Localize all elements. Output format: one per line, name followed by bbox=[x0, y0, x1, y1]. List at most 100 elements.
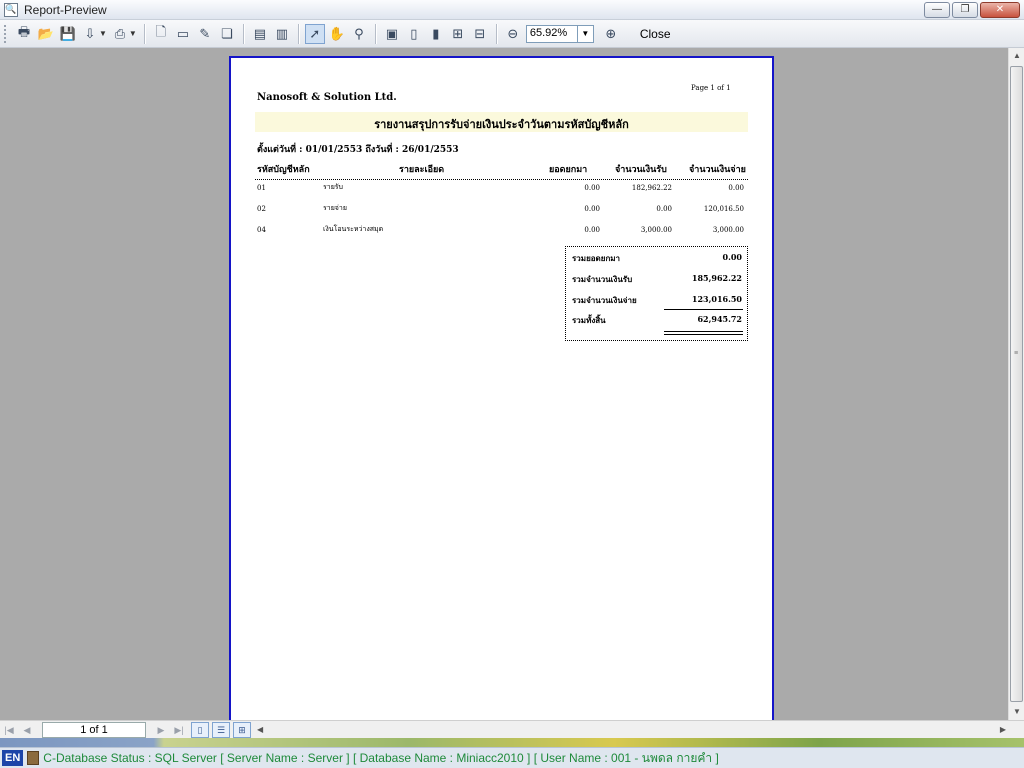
multi-page-icon[interactable]: ⊞ bbox=[448, 24, 468, 44]
page-number: Page 1 of 1 bbox=[691, 84, 731, 92]
toolbar-separator bbox=[297, 23, 299, 44]
summary-receive-value: 185,962.22 bbox=[691, 273, 742, 283]
header-balance: ยอดยกมา bbox=[549, 165, 588, 175]
row-receive: 3,000.00 bbox=[640, 226, 672, 234]
header-code: รหัสบัญชีหลัก bbox=[257, 165, 310, 175]
language-indicator[interactable]: EN bbox=[2, 750, 24, 766]
row-detail: เงินโอนระหว่างสมุด bbox=[323, 225, 384, 233]
report-title: รายงานสรุปการรับจ่ายเงินประจำวันตามรหัสบ… bbox=[374, 118, 629, 131]
multi-page-view-icon[interactable]: ⊞ bbox=[233, 721, 251, 738]
copy-icon[interactable]: ❏ bbox=[217, 24, 237, 44]
single-page-view-icon[interactable]: ▯ bbox=[191, 721, 209, 738]
toolbar-separator bbox=[495, 23, 497, 44]
row-detail: รายจ่าย bbox=[323, 204, 347, 212]
scroll-right-icon[interactable]: ▶ bbox=[1000, 725, 1006, 734]
database-status-text: C-Database Status : SQL Server [ Server … bbox=[43, 750, 719, 765]
zoom-in-icon[interactable]: ⊕ bbox=[601, 24, 621, 44]
edit-page-icon[interactable]: ✎ bbox=[195, 24, 215, 44]
summary-balance-label: รวมยอดยกมา bbox=[572, 253, 621, 263]
toolbar-separator bbox=[143, 23, 145, 44]
close-button[interactable]: Close bbox=[640, 27, 671, 41]
vertical-scrollbar[interactable]: ▲ ≡ ▼ bbox=[1008, 48, 1024, 720]
total-double-rule bbox=[664, 331, 743, 332]
open-icon[interactable]: 📂 bbox=[36, 24, 56, 44]
row-code: 02 bbox=[257, 205, 266, 213]
row-pay: 0.00 bbox=[728, 184, 744, 192]
status-bar: EN C-Database Status : SQL Server [ Serv… bbox=[0, 747, 1024, 768]
summary-pay-value: 123,016.50 bbox=[691, 294, 742, 304]
header-receive: จำนวนเงินรับ bbox=[615, 165, 667, 175]
toolbar-separator bbox=[242, 23, 244, 44]
page-indicator[interactable]: 1 of 1 bbox=[42, 721, 146, 738]
summary-box: รวมยอดยกมา 0.00 รวมจำนวนเงินรับ 185,962.… bbox=[565, 246, 748, 341]
row-receive: 0.00 bbox=[656, 205, 672, 213]
zoom-fit-icon[interactable]: ▣ bbox=[382, 24, 402, 44]
maximize-button[interactable]: ❐ bbox=[952, 2, 978, 18]
total-double-rule bbox=[664, 334, 743, 335]
window-title: Report-Preview bbox=[24, 2, 107, 17]
continuous-view-icon[interactable]: ☰ bbox=[212, 721, 230, 738]
thumbnail-icon[interactable]: ⊟ bbox=[470, 24, 490, 44]
row-balance: 0.00 bbox=[584, 226, 600, 234]
two-page-icon[interactable]: ▥ bbox=[272, 24, 292, 44]
toolbar-grip[interactable] bbox=[4, 24, 7, 43]
header-divider bbox=[255, 179, 748, 180]
zoom-dropdown-icon[interactable]: ▼ bbox=[577, 24, 594, 43]
report-title-band: รายงานสรุปการรับจ่ายเงินประจำวันตามรหัสบ… bbox=[255, 112, 748, 132]
report-preview-app-icon: 🔍 bbox=[4, 2, 18, 17]
first-page-icon[interactable]: |◀ bbox=[0, 722, 18, 738]
report-page: Nanosoft & Solution Ltd. Page 1 of 1 ราย… bbox=[229, 56, 774, 720]
export-dropdown-icon[interactable]: ▼ bbox=[99, 29, 107, 38]
zoom-input[interactable]: 65.92% bbox=[525, 24, 578, 43]
zoom-out-icon[interactable]: ⊖ bbox=[503, 24, 523, 44]
next-page-icon[interactable]: ▶ bbox=[152, 722, 170, 738]
toolbar: 🖶 📂 💾 ⇩ ▼ ⎙ ▼ 🗋 ▭ ✎ ❏ ▤ ▥ ➚ ✋ ⚲ ▣ ▯ ▮ ⊞ ⊟ … bbox=[0, 20, 1024, 48]
total-rule bbox=[664, 309, 743, 310]
new-page-icon[interactable]: 🗋 bbox=[151, 24, 171, 44]
zoom-width-icon[interactable]: ▯ bbox=[404, 24, 424, 44]
previous-page-icon[interactable]: ◀ bbox=[18, 722, 36, 738]
row-receive: 182,962.22 bbox=[631, 184, 672, 192]
date-range: ตั้งแต่วันที่ : 01/01/2553 ถึงวันที่ : 2… bbox=[257, 145, 459, 155]
page-setup-dropdown-icon[interactable]: ▼ bbox=[129, 29, 137, 38]
header-pay: จำนวนเงินจ่าย bbox=[689, 165, 746, 175]
blank-page-icon[interactable]: ▭ bbox=[173, 24, 193, 44]
last-page-icon[interactable]: ▶| bbox=[170, 722, 188, 738]
summary-total-label: รวมทั้งสิ้น bbox=[572, 315, 606, 325]
toolbar-separator bbox=[374, 23, 376, 44]
summary-balance-value: 0.00 bbox=[722, 252, 742, 262]
export-icon[interactable]: ⇩ bbox=[80, 24, 100, 44]
print-icon[interactable]: 🖶 bbox=[14, 24, 34, 44]
summary-pay-label: รวมจำนวนเงินจ่าย bbox=[572, 295, 637, 305]
summary-receive-label: รวมจำนวนเงินรับ bbox=[572, 274, 633, 284]
row-balance: 0.00 bbox=[584, 184, 600, 192]
page-setup-icon[interactable]: ⎙ bbox=[110, 24, 130, 44]
database-status-icon bbox=[27, 751, 40, 765]
company-name: Nanosoft & Solution Ltd. bbox=[257, 92, 397, 103]
scroll-grip-icon: ≡ bbox=[1014, 350, 1019, 357]
window-controls: — ❐ ✕ bbox=[924, 2, 1020, 18]
row-pay: 3,000.00 bbox=[712, 226, 744, 234]
scroll-down-icon[interactable]: ▼ bbox=[1009, 704, 1024, 720]
find-icon[interactable]: ⚲ bbox=[349, 24, 369, 44]
row-balance: 0.00 bbox=[584, 205, 600, 213]
preview-area[interactable]: Nanosoft & Solution Ltd. Page 1 of 1 ราย… bbox=[0, 48, 1008, 720]
scroll-up-icon[interactable]: ▲ bbox=[1009, 48, 1024, 64]
title-bar: 🔍 Report-Preview — ❐ ✕ bbox=[0, 0, 1024, 20]
scroll-thumb[interactable]: ≡ bbox=[1010, 66, 1023, 702]
zoom-page-icon[interactable]: ▮ bbox=[426, 24, 446, 44]
hand-pan-icon[interactable]: ✋ bbox=[327, 24, 347, 44]
summary-total-value: 62,945.72 bbox=[697, 314, 742, 324]
single-page-icon[interactable]: ▤ bbox=[250, 24, 270, 44]
background-strip bbox=[0, 738, 1024, 747]
row-code: 01 bbox=[257, 184, 266, 192]
save-icon[interactable]: 💾 bbox=[58, 24, 78, 44]
minimize-button[interactable]: — bbox=[924, 2, 950, 18]
row-detail: รายรับ bbox=[323, 183, 343, 191]
close-window-button[interactable]: ✕ bbox=[980, 2, 1020, 18]
scroll-left-icon[interactable]: ◀ bbox=[257, 725, 263, 734]
header-detail: รายละเอียด bbox=[399, 165, 445, 175]
select-pointer-icon[interactable]: ➚ bbox=[304, 23, 325, 44]
page-navigation-bar: |◀ ◀ 1 of 1 ▶ ▶| ▯ ☰ ⊞ ◀ ▶ bbox=[0, 720, 1024, 738]
row-code: 04 bbox=[257, 226, 266, 234]
